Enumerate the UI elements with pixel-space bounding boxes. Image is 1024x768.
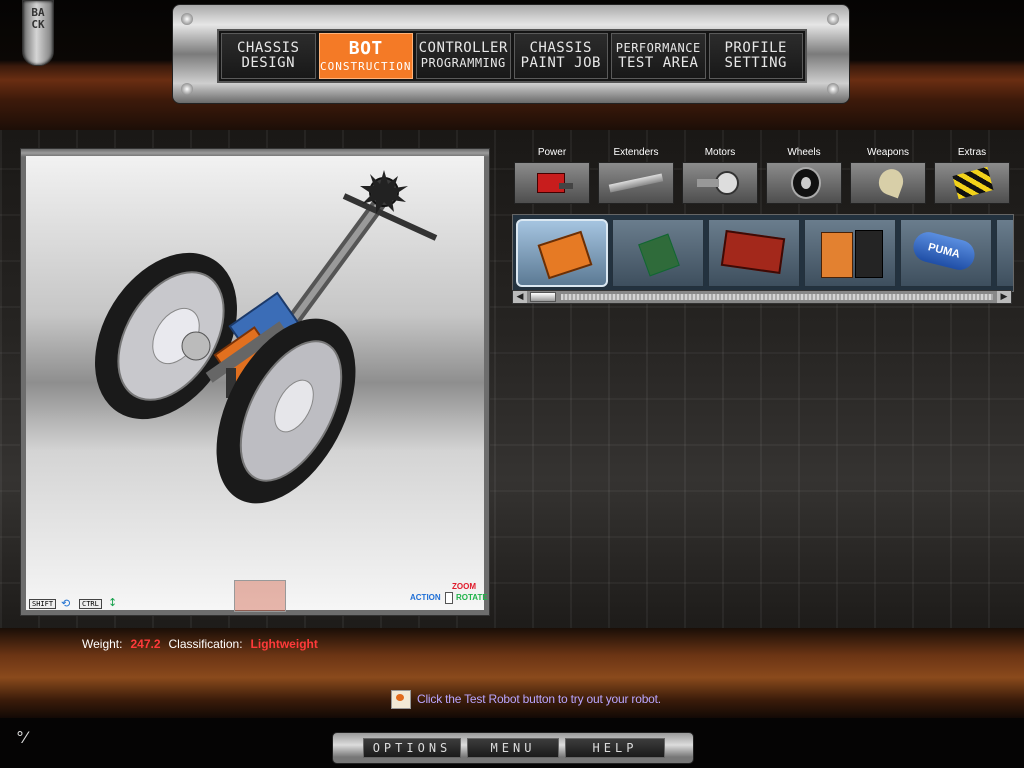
- blade-icon: [850, 162, 926, 204]
- orange-controller-board-icon: [537, 230, 593, 280]
- action-cursor-icon: [445, 592, 453, 604]
- back-button[interactable]: BACK: [22, 0, 54, 66]
- weight-label: Weight:: [82, 637, 123, 651]
- category-weapons[interactable]: Weapons: [848, 146, 928, 204]
- zoom-label: ZOOM: [452, 582, 476, 591]
- tab-line2: CONSTRUCTION: [320, 59, 412, 73]
- rotate-icon: ⟲: [61, 597, 71, 610]
- tab-performance-test-area[interactable]: PERFORMANCE TEST AREA: [611, 33, 706, 79]
- category-label: Extras: [957, 147, 987, 158]
- scroll-track[interactable]: [561, 294, 993, 300]
- back-button-label: BACK: [31, 6, 45, 31]
- tab-line1: CHASSIS: [529, 40, 592, 56]
- part-drag-handle[interactable]: [234, 580, 286, 612]
- battery-icon: [514, 162, 590, 204]
- shift-key-hint: SHIFT: [29, 599, 57, 609]
- tab-line1: PERFORMANCE: [615, 41, 701, 55]
- category-extras[interactable]: Extras: [932, 146, 1012, 204]
- classification-label: Classification:: [168, 637, 243, 651]
- tab-line1: CONTROLLER: [418, 40, 508, 56]
- extender-bar-icon: [598, 162, 674, 204]
- hazard-plate-icon: [934, 162, 1010, 204]
- tab-line2: TEST AREA: [618, 55, 699, 71]
- category-wheels[interactable]: Wheels: [764, 146, 844, 204]
- tip-text: Click the Test Robot button to try out y…: [417, 692, 661, 706]
- scroll-thumb[interactable]: [530, 292, 556, 302]
- action-label: ACTION: [410, 593, 441, 602]
- category-motors[interactable]: Motors: [680, 146, 760, 204]
- part-item[interactable]: [516, 219, 608, 287]
- menu-button[interactable]: MENU: [467, 738, 559, 758]
- category-label: Extenders: [613, 147, 659, 158]
- tab-controller-programming[interactable]: CONTROLLER PROGRAMMING: [416, 33, 511, 79]
- robot-preview-canvas[interactable]: SHIFT ⟲ CTRL ↕ ACTION ZOOM ROTATE: [26, 156, 488, 612]
- category-power[interactable]: Power: [512, 146, 592, 204]
- part-item[interactable]: [612, 219, 704, 287]
- category-extenders[interactable]: Extenders: [596, 146, 676, 204]
- tab-profile-setting[interactable]: PROFILE SETTING: [708, 33, 803, 79]
- tab-line1: PROFILE: [724, 40, 787, 56]
- help-button[interactable]: HELP: [565, 738, 665, 758]
- top-navigation: CHASSIS DESIGN BOT CONSTRUCTION CONTROLL…: [172, 4, 850, 104]
- category-label: Wheels: [787, 147, 821, 158]
- tab-bot-construction[interactable]: BOT CONSTRUCTION: [318, 33, 413, 79]
- robot-viewport: SHIFT ⟲ CTRL ↕ ACTION ZOOM ROTATE: [20, 148, 490, 616]
- tab-chassis-design[interactable]: CHASSIS DESIGN: [221, 33, 316, 79]
- tab-line2: PROGRAMMING: [420, 56, 506, 70]
- robot-status: Weight: 247.2 Classification: Lightweigh…: [82, 635, 318, 653]
- classification-value: Lightweight: [250, 637, 318, 651]
- weight-value: 247.2: [130, 637, 161, 651]
- robot-model[interactable]: [26, 156, 484, 610]
- tip-message: Click the Test Robot button to try out y…: [391, 689, 661, 709]
- bottom-menu: OPTIONS MENU HELP: [332, 732, 694, 764]
- nav-tab-strip: CHASSIS DESIGN BOT CONSTRUCTION CONTROLL…: [217, 29, 807, 83]
- ctrl-key-hint: CTRL: [79, 599, 102, 609]
- motor-icon: [682, 162, 758, 204]
- category-label: Weapons: [866, 147, 910, 158]
- red-battery-pack-icon: [720, 229, 786, 275]
- tab-line1: CHASSIS: [236, 40, 300, 56]
- parts-list: PUMA: [512, 214, 1014, 292]
- tab-line2: DESIGN: [241, 55, 296, 71]
- category-label: Motors: [704, 147, 736, 158]
- orange-battery-cells-icon: [821, 232, 853, 278]
- move-vertical-icon: ↕: [108, 596, 118, 609]
- part-item[interactable]: [708, 219, 800, 287]
- wheel-icon: [766, 162, 842, 204]
- part-item[interactable]: [996, 219, 1013, 287]
- part-item[interactable]: PUMA: [900, 219, 992, 287]
- bolt-icon: [181, 13, 193, 25]
- scroll-left-arrow[interactable]: ◀: [513, 291, 527, 303]
- green-circuit-board-icon: [638, 233, 680, 277]
- category-label: Power: [537, 147, 567, 158]
- spinner-icon: °⁄: [16, 728, 27, 747]
- tab-line2: SETTING: [724, 55, 787, 71]
- bolt-icon: [827, 83, 839, 95]
- tab-line1: BOT: [348, 37, 383, 59]
- black-battery-cell: [855, 230, 883, 278]
- puma-motor-icon: PUMA: [910, 228, 978, 274]
- options-button[interactable]: OPTIONS: [363, 738, 461, 758]
- part-item[interactable]: [804, 219, 896, 287]
- bolt-icon: [181, 83, 193, 95]
- bolt-icon: [827, 13, 839, 25]
- rotate-label: ROTATE: [456, 593, 488, 602]
- scroll-right-arrow[interactable]: ▶: [997, 291, 1011, 303]
- tips-icon: [391, 689, 411, 709]
- part-categories: Power Extenders Motors Wheels Weapons Ex…: [512, 146, 1012, 208]
- parts-scrollbar[interactable]: ◀ ▶: [512, 290, 1012, 304]
- tab-line2: PAINT JOB: [520, 55, 601, 71]
- tab-chassis-paint-job[interactable]: CHASSIS PAINT JOB: [513, 33, 608, 79]
